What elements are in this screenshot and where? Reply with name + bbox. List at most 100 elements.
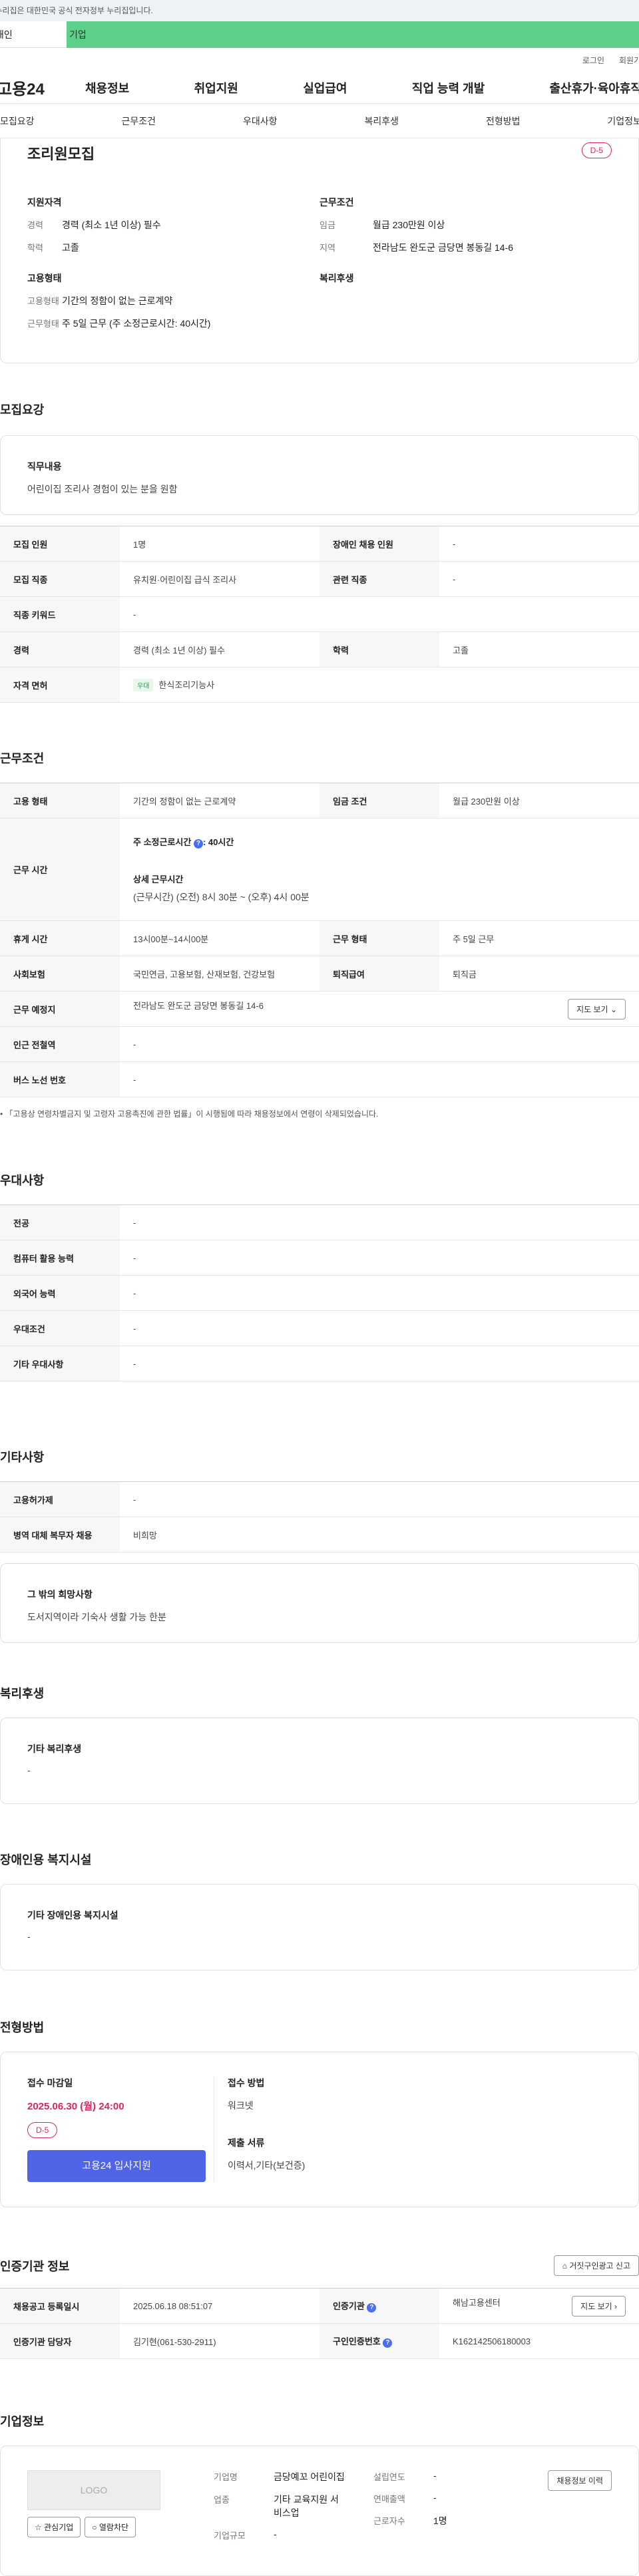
table-cell: 주 소정근로시간 ?: 40시간 상세 근무시간 (근무시간) (오전) 8시 … [120, 819, 639, 921]
company-employees-row: 근로자수1명 [373, 2514, 507, 2527]
apply-button[interactable]: 고용24 입사지원 [27, 2150, 206, 2182]
table-header-cell: 우대조건 [0, 1311, 120, 1346]
table-row: 고용허가제- [0, 1482, 639, 1517]
welfare-value: - [27, 1765, 612, 1775]
age-note: • 「고용상 연령차별금지 및 고령자 고용촉진에 관한 법률」이 시행됨에 따… [0, 1108, 639, 1119]
gnb-item-unemployment-benefit[interactable]: 실업급여 [303, 79, 347, 96]
favorite-company-button[interactable]: ☆ 관심기업 [27, 2517, 81, 2537]
employment-heading: 고용형태 [27, 272, 320, 285]
table-cell: 유치원·어린이집 급식 조리사 [120, 562, 320, 597]
method-value: 워크넷 [228, 2099, 305, 2112]
method-label: 접수 방법 [228, 2076, 305, 2090]
wish-text: 도서지역이라 기숙사 생활 가능 한분 [27, 1610, 612, 1624]
company-founded-value: - [433, 2470, 437, 2483]
gnb-item-employment-support[interactable]: 취업지원 [194, 79, 238, 96]
section-nav: 모집요강 근무조건 우대사항 복리후생 전형방법 기업정보 [0, 104, 639, 138]
chevron-down-icon: ⌄ [610, 1005, 617, 1014]
table-header-cell: 학력 [320, 632, 439, 667]
deadline-value: 2025.06.30 (월) 24:00 [27, 2099, 214, 2113]
preference-table: 전공- 컴퓨터 활용 능력- 외국어 능력- 우대조건- 기타 우대사항- [0, 1204, 639, 1381]
gov-banner: 이 누리집은 대한민국 공식 전자정부 누리집입니다. [0, 0, 639, 21]
summary-emp-type-label: 고용형태 [27, 294, 62, 307]
summary-emp-type: 고용형태기간의 정함이 없는 근로계약 [27, 294, 320, 307]
company-logo: LOGO [27, 2470, 160, 2510]
table-header-cell: 버스 노선 번호 [0, 1062, 120, 1097]
table-row: 외국어 능력- [0, 1276, 639, 1311]
map-view-button[interactable]: 지도 보기 ⌄ [568, 999, 626, 1019]
facility-box: 기타 장애인용 복지시설 - [0, 1884, 639, 1970]
summary-conditions: 근무조건 임금월급 230만원 이상 지역전라남도 완도군 금당면 봉동길 14… [320, 196, 612, 339]
info-icon[interactable]: ? [383, 2338, 392, 2348]
info-icon[interactable]: ? [367, 2303, 376, 2312]
table-cell: 기간의 정함이 없는 근로계약 [120, 783, 320, 819]
tab-personal[interactable]: 개인 [0, 21, 67, 48]
global-nav: 고용24 채용정보 취업지원 실업급여 직업 능력 개발 출산휴가·육아휴직 [0, 72, 639, 104]
table-header-cell: 컴퓨터 활용 능력 [0, 1240, 120, 1276]
table-header-cell: 임금 조건 [320, 783, 439, 819]
wish-box: 그 밖의 희망사항 도서지역이라 기숙사 생활 가능 한분 [0, 1563, 639, 1643]
company-founded-row: 설립연도- [373, 2470, 507, 2483]
recruit-section-title: 모집요강 [0, 401, 639, 418]
subnav-work[interactable]: 근무조건 [121, 114, 156, 128]
subnav-company[interactable]: 기업정보 [607, 114, 639, 128]
table-header-cell: 인증기관 담당자 [0, 2324, 120, 2359]
gnb-item-vocational-training[interactable]: 직업 능력 개발 [412, 79, 485, 96]
table-row: 전공- [0, 1205, 639, 1240]
detail-hours: (근무시간) (오전) 8시 30분 ~ (오후) 4시 00분 [133, 890, 626, 904]
table-header-cell: 고용허가제 [0, 1482, 120, 1517]
login-link[interactable]: 로그인 [582, 55, 604, 66]
selection-dday-wrap: D-5 [27, 2122, 214, 2139]
table-header-cell: 근무 시간 [0, 819, 120, 921]
table-cell: 전라남도 완도군 금당면 봉동길 14-6 지도 보기 ⌄ [120, 992, 639, 1027]
gnb-item-jobs[interactable]: 채용정보 [85, 79, 129, 96]
table-cell: - [439, 526, 639, 562]
selection-dday-badge: D-5 [27, 2122, 57, 2138]
docs-value: 이력서,기타(보건증) [228, 2159, 305, 2172]
table-cell: - [120, 1276, 639, 1311]
tab-company-label: 기업 [69, 28, 87, 41]
gnb-item-parental-leave[interactable]: 출산휴가·육아휴직 [550, 79, 639, 96]
preference-section-title: 우대사항 [0, 1171, 639, 1189]
table-cell: 주 5일 근무 [439, 921, 639, 956]
subnav-recruit[interactable]: 모집요강 [0, 114, 35, 128]
job-history-button[interactable]: 채용정보 이력 [548, 2470, 612, 2491]
summary-region: 지역전라남도 완도군 금당면 봉동길 14-6 [320, 241, 612, 254]
site-logo[interactable]: 고용24 [0, 76, 85, 99]
work-place-value: 전라남도 완도군 금당면 봉동길 14-6 [133, 1001, 264, 1011]
company-section-title: 기업정보 [0, 2412, 639, 2430]
subnav-welfare[interactable]: 복리후생 [364, 114, 399, 128]
subnav-preference[interactable]: 우대사항 [243, 114, 278, 128]
cert-map-button[interactable]: 지도 보기 › [572, 2296, 626, 2316]
table-row: 병역 대체 복무자 채용비희망 [0, 1517, 639, 1553]
selection-section-title: 전형방법 [0, 2018, 639, 2036]
join-link[interactable]: 회원가입 [619, 55, 639, 66]
preferred-badge: 우대 [133, 679, 153, 691]
summary-grid: 지원자격 경력경력 (최소 1년 이상) 필수 학력고졸 고용형태 고용형태기간… [27, 196, 612, 339]
tab-company[interactable]: 기업 [67, 21, 639, 48]
report-fake-ad-button[interactable]: ⌂ 거짓구인광고 신고 [554, 2255, 639, 2276]
info-icon[interactable]: ? [194, 839, 203, 848]
table-header-cell: 사회보험 [0, 956, 120, 992]
detail-hours-title: 상세 근무시간 [133, 872, 626, 885]
table-row: 컴퓨터 활용 능력- [0, 1240, 639, 1276]
method-block: 접수 방법 워크넷 제출 서류 이력서,기타(보건증) [214, 2076, 305, 2181]
subnav-selection[interactable]: 전형방법 [486, 114, 521, 128]
company-employees-label: 근로자수 [373, 2514, 433, 2527]
company-name-row: 기업명금당예꼬 어린이집 [214, 2470, 373, 2484]
table-row: 기타 우대사항- [0, 1346, 639, 1381]
table-row: 인증기관 담당자 김기현(061-530-2911) 구인인증번호 ? K162… [0, 2324, 639, 2359]
table-row: 인근 전철역 - [0, 1027, 639, 1062]
summary-career-value: 경력 (최소 1년 이상) 필수 [62, 218, 161, 232]
cert-table: 채용공고 등록일시 2025.06.18 08:51:07 인증기관 ? 해남고… [0, 2288, 639, 2359]
summary-work-type-value: 주 5일 근무 (주 소정근로시간: 40시간) [62, 317, 210, 330]
cert-org-value: 해남고용센터 [453, 2298, 501, 2308]
table-row: 고용 형태 기간의 정함이 없는 근로계약 임금 조건 월급 230만원 이상 [0, 783, 639, 819]
welfare-box: 기타 복리후생 - [0, 1718, 639, 1804]
block-view-button[interactable]: ○ 열람차단 [85, 2517, 136, 2537]
cert-header: 인증기관 정보 ⌂ 거짓구인광고 신고 [0, 2255, 639, 2276]
company-industry-row: 업종기타 교육지원 서비스업 [214, 2493, 373, 2519]
table-row: 근무 예정지 전라남도 완도군 금당면 봉동길 14-6지도 보기 ⌄ [0, 992, 639, 1027]
cert-org-label: 인증기관 [333, 2301, 365, 2311]
summary-wage-value: 월급 230만원 이상 [373, 218, 445, 232]
company-sales-label: 연매출액 [373, 2492, 433, 2505]
